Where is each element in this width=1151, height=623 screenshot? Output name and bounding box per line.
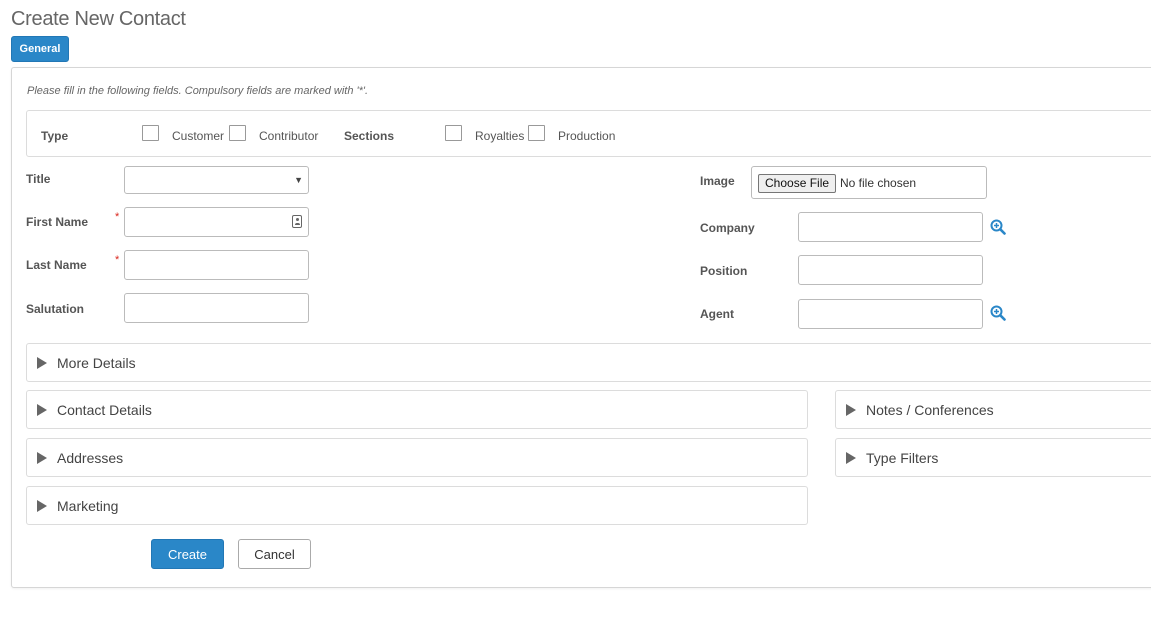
contact-details-toggle[interactable]: Contact Details	[26, 390, 808, 429]
agent-label: Agent	[700, 307, 734, 321]
expand-triangle-icon	[846, 404, 856, 416]
choose-file-button[interactable]: Choose File	[758, 174, 837, 193]
contact-card-icon	[292, 215, 302, 228]
search-zoom-icon[interactable]	[990, 219, 1006, 235]
first-name-label: First Name	[26, 215, 89, 229]
contact-details-label: Contact Details	[57, 402, 152, 418]
title-select[interactable]: ▼	[124, 166, 309, 194]
addresses-toggle[interactable]: Addresses	[26, 438, 808, 477]
notes-conferences-toggle[interactable]: Notes / Conferences	[835, 390, 1151, 429]
image-file-input[interactable]: Choose File No file chosen	[751, 166, 987, 199]
expand-triangle-icon	[37, 357, 47, 369]
search-zoom-icon[interactable]	[990, 305, 1006, 321]
notes-conferences-label: Notes / Conferences	[866, 402, 994, 418]
type-label: Type	[41, 129, 69, 143]
chevron-down-icon: ▼	[294, 175, 303, 185]
more-details-label: More Details	[57, 355, 136, 371]
form-panel: Please fill in the following fields. Com…	[11, 67, 1151, 588]
royalties-checkbox[interactable]	[445, 125, 462, 141]
position-label: Position	[700, 264, 748, 278]
page-title: Create New Contact	[11, 8, 186, 30]
required-marker: *	[115, 254, 120, 266]
royalties-label: Royalties	[475, 129, 525, 143]
expand-triangle-icon	[846, 452, 856, 464]
addresses-label: Addresses	[57, 450, 124, 466]
file-status: No file chosen	[840, 176, 917, 190]
type-filters-label: Type Filters	[866, 450, 939, 466]
position-input[interactable]	[798, 255, 983, 285]
sections-label: Sections	[344, 129, 395, 143]
contributor-label: Contributor	[259, 129, 319, 143]
type-filters-toggle[interactable]: Type Filters	[835, 438, 1151, 477]
type-sections-box: Type Customer Contributor Sections Royal…	[26, 110, 1151, 157]
tab-general[interactable]: General	[11, 36, 69, 62]
expand-triangle-icon	[37, 452, 47, 464]
required-marker: *	[115, 211, 120, 223]
company-input[interactable]	[798, 212, 983, 242]
customer-checkbox[interactable]	[142, 125, 159, 141]
form-instructions: Please fill in the following fields. Com…	[27, 85, 369, 97]
title-label: Title	[26, 172, 51, 186]
first-name-input[interactable]	[124, 207, 309, 237]
customer-label: Customer	[172, 129, 225, 143]
company-label: Company	[700, 221, 755, 235]
contributor-checkbox[interactable]	[229, 125, 246, 141]
expand-triangle-icon	[37, 404, 47, 416]
production-label: Production	[558, 129, 616, 143]
marketing-toggle[interactable]: Marketing	[26, 486, 808, 525]
create-button[interactable]: Create	[151, 539, 224, 569]
production-checkbox[interactable]	[528, 125, 545, 141]
expand-triangle-icon	[37, 500, 47, 512]
agent-input[interactable]	[798, 299, 983, 329]
last-name-label: Last Name	[26, 258, 87, 272]
marketing-label: Marketing	[57, 498, 119, 514]
salutation-label: Salutation	[26, 302, 85, 316]
more-details-toggle[interactable]: More Details	[26, 343, 1151, 382]
cancel-button[interactable]: Cancel	[238, 539, 311, 569]
image-label: Image	[700, 174, 735, 188]
last-name-input[interactable]	[124, 250, 309, 280]
salutation-input[interactable]	[124, 293, 309, 323]
